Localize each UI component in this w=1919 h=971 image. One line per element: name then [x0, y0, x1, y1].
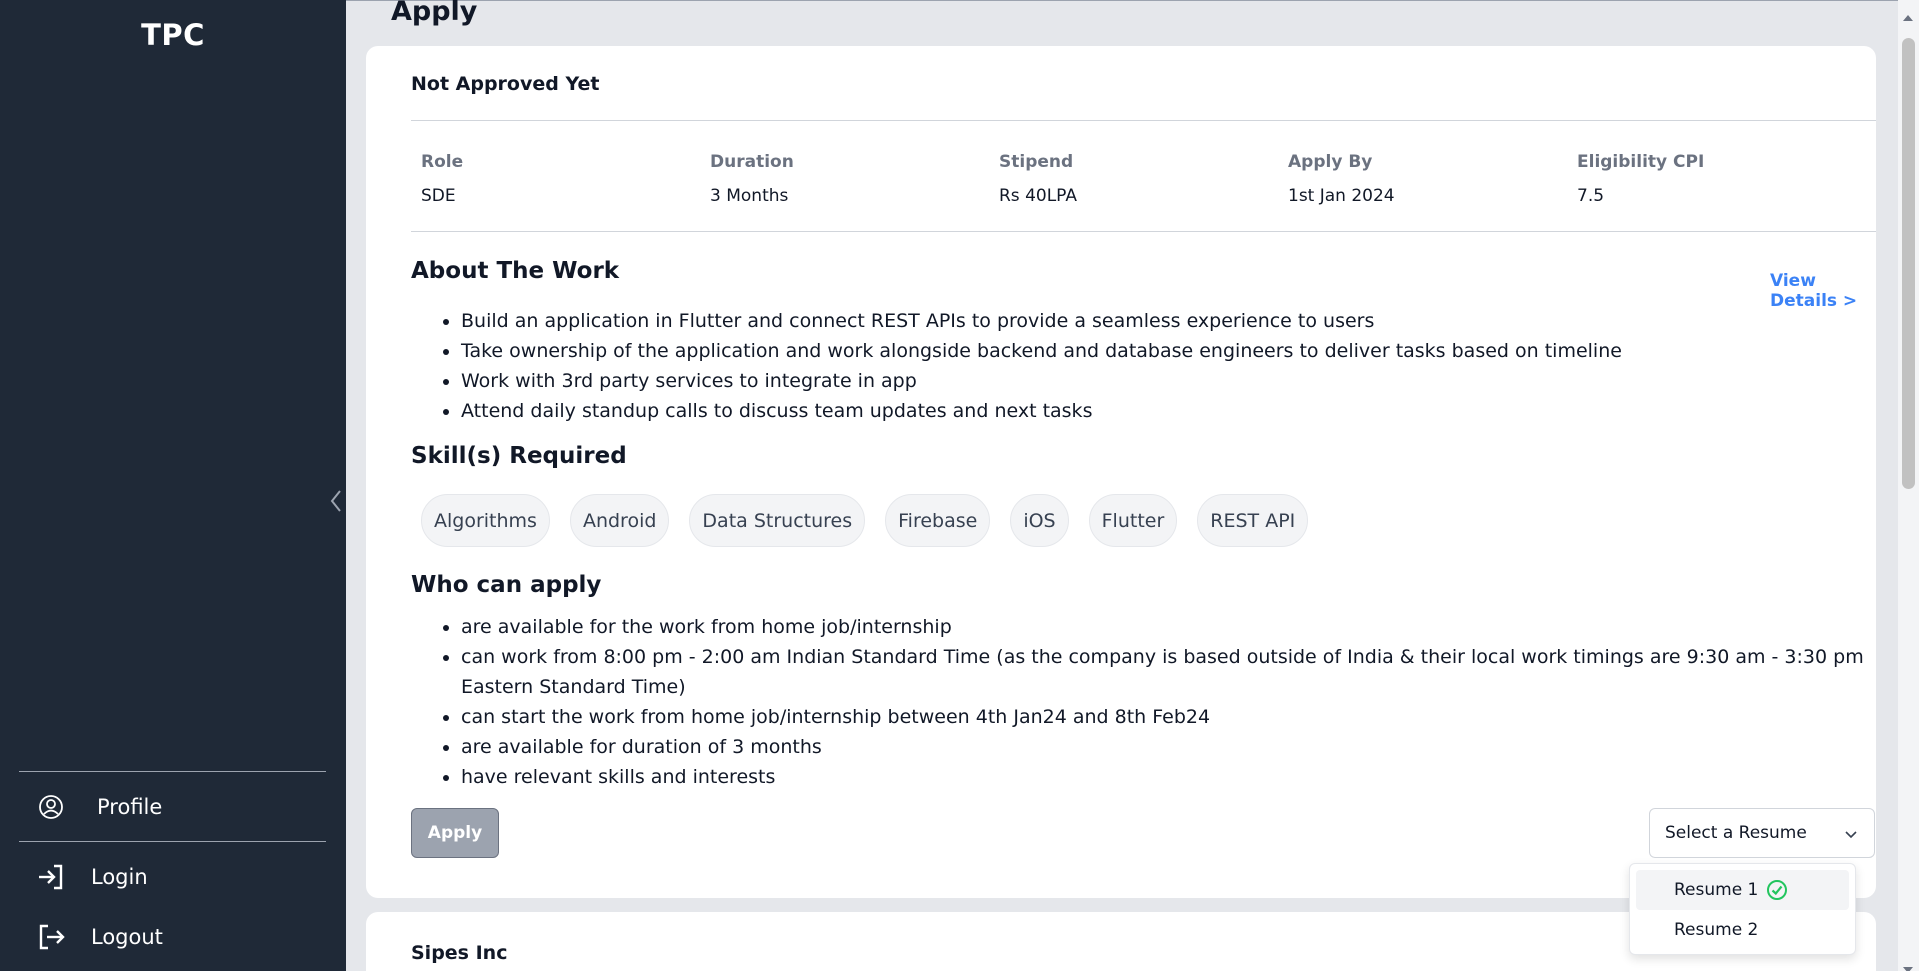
list-item: are available for the work from home job…	[461, 612, 1871, 642]
info-label: Apply By	[1288, 152, 1373, 172]
company-name: Sipes Inc	[411, 942, 508, 964]
view-details-link[interactable]: View Details >	[1770, 271, 1876, 311]
info-value: 1st Jan 2024	[1288, 186, 1395, 206]
info-apply-by: Apply By 1st Jan 2024	[1288, 152, 1395, 206]
collapse-sidebar-button[interactable]	[326, 486, 346, 516]
info-duration: Duration 3 Months	[710, 152, 794, 206]
divider	[411, 120, 1876, 121]
chevron-down-icon	[1844, 826, 1858, 846]
sidebar-item-label: Logout	[91, 925, 163, 949]
scroll-down-arrow-icon[interactable]	[1903, 958, 1913, 971]
info-label: Eligibility CPI	[1577, 152, 1705, 172]
skill-chip: Data Structures	[689, 494, 866, 547]
sidebar-item-login[interactable]: Login	[19, 847, 326, 907]
scrollbar-thumb[interactable]	[1902, 38, 1915, 489]
info-value: Rs 40LPA	[999, 186, 1077, 206]
info-label: Stipend	[999, 152, 1074, 172]
list-item: Work with 3rd party services to integrat…	[461, 366, 1861, 396]
info-value: 7.5	[1577, 186, 1605, 206]
about-list: Build an application in Flutter and conn…	[461, 306, 1861, 426]
sidebar-item-label: Login	[91, 865, 148, 889]
divider	[411, 231, 1876, 232]
brand-logo: TPC	[141, 18, 205, 52]
skill-chip: iOS	[1010, 494, 1069, 547]
skills-heading: Skill(s) Required	[411, 443, 627, 469]
divider	[19, 841, 326, 842]
job-card: Not Approved Yet Role SDE Duration 3 Mon…	[366, 46, 1876, 898]
list-item: are available for duration of 3 months	[461, 732, 1871, 762]
list-item: can start the work from home job/interns…	[461, 702, 1871, 732]
approval-status: Not Approved Yet	[411, 73, 600, 95]
chevron-left-icon	[330, 490, 341, 512]
login-icon	[33, 859, 69, 895]
page-title: Apply	[391, 0, 478, 27]
list-item: Take ownership of the application and wo…	[461, 336, 1861, 366]
resume-option-2[interactable]: Resume 2	[1636, 910, 1849, 950]
main-content: Apply Not Approved Yet Role SDE Duration…	[346, 0, 1896, 971]
sidebar-item-logout[interactable]: Logout	[19, 907, 326, 967]
skills-list: Algorithms Android Data Structures Fireb…	[421, 494, 1309, 547]
sidebar-item-profile[interactable]: Profile	[19, 772, 326, 841]
list-item: have relevant skills and interests	[461, 762, 1871, 792]
logout-icon	[33, 919, 69, 955]
sidebar-nav: Profile Login Logout	[19, 771, 326, 967]
resume-option-1[interactable]: Resume 1	[1636, 870, 1849, 910]
scroll-up-arrow-icon[interactable]	[1903, 6, 1913, 25]
list-item: Attend daily standup calls to discuss te…	[461, 396, 1861, 426]
skill-chip: REST API	[1197, 494, 1309, 547]
info-label: Role	[421, 152, 464, 172]
info-value: 3 Months	[710, 186, 789, 206]
skill-chip: Android	[569, 494, 670, 547]
info-stipend: Stipend Rs 40LPA	[999, 152, 1077, 206]
vertical-scrollbar[interactable]	[1898, 0, 1919, 971]
skill-chip: Firebase	[885, 494, 991, 547]
apply-button[interactable]: Apply	[411, 808, 499, 858]
user-circle-icon	[33, 789, 69, 825]
resume-dropdown-menu: Resume 1 Resume 2	[1629, 863, 1856, 955]
sidebar-item-label: Profile	[97, 794, 163, 819]
resume-select[interactable]: Select a Resume	[1649, 808, 1875, 858]
sidebar: TPC Profile Login Logout	[0, 0, 346, 971]
resume-select-placeholder: Select a Resume	[1665, 823, 1807, 843]
check-circle-icon	[1766, 879, 1788, 901]
info-value: SDE	[421, 186, 456, 206]
about-heading: About The Work	[411, 258, 620, 284]
skill-chip: Flutter	[1088, 494, 1178, 547]
list-item: can work from 8:00 pm - 2:00 am Indian S…	[461, 642, 1871, 702]
skill-chip: Algorithms	[421, 494, 550, 547]
option-label: Resume 2	[1674, 920, 1759, 940]
info-label: Duration	[710, 152, 794, 172]
info-eligibility-cpi: Eligibility CPI 7.5	[1577, 152, 1704, 206]
info-role: Role SDE	[421, 152, 463, 206]
option-label: Resume 1	[1674, 880, 1759, 900]
list-item: Build an application in Flutter and conn…	[461, 306, 1861, 336]
who-can-apply-list: are available for the work from home job…	[461, 612, 1871, 792]
who-can-apply-heading: Who can apply	[411, 572, 602, 598]
